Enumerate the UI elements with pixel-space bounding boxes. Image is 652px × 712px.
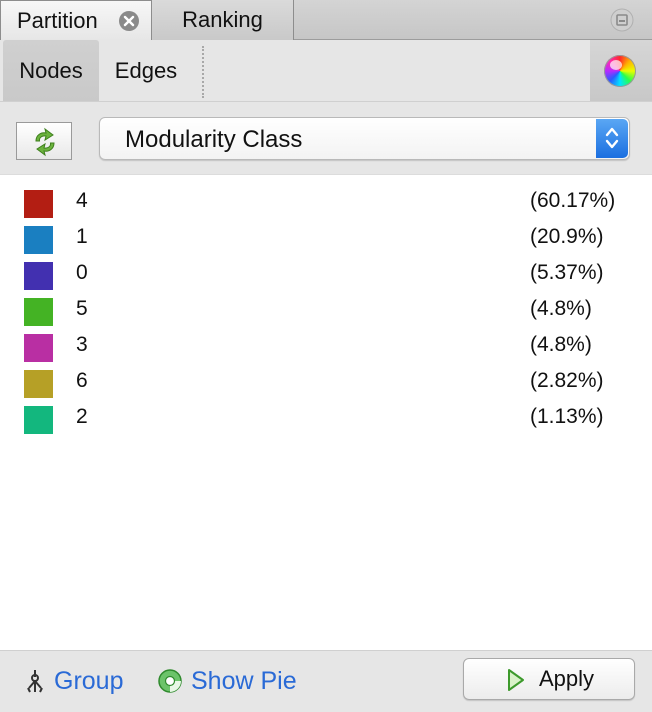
partition-label: 3: [76, 333, 88, 356]
chevron-updown-icon: [596, 119, 628, 158]
color-swatch[interactable]: [24, 334, 53, 362]
close-icon[interactable]: [118, 10, 140, 32]
palette-button[interactable]: [590, 40, 652, 101]
show-pie-link[interactable]: Show Pie: [191, 661, 297, 701]
group-link[interactable]: Group: [54, 661, 123, 701]
color-swatch[interactable]: [24, 190, 53, 218]
partition-percent: (4.8%): [530, 333, 592, 356]
tab-nodes[interactable]: Nodes: [3, 40, 99, 101]
partition-percent: (2.82%): [530, 369, 604, 392]
color-swatch[interactable]: [24, 298, 53, 326]
partition-label: 4: [76, 189, 88, 212]
color-swatch[interactable]: [24, 262, 53, 290]
list-item[interactable]: 2 (1.13%): [0, 399, 652, 435]
partition-footer: Group Show Pie Apply: [0, 650, 652, 712]
color-swatch[interactable]: [24, 226, 53, 254]
partition-panel: Partition Ranking Nodes Edges Modularity…: [0, 0, 652, 712]
partition-label: 1: [76, 225, 88, 248]
color-wheel-icon: [604, 55, 636, 87]
tab-ranking[interactable]: Ranking: [152, 0, 294, 40]
toolbar-separator: [202, 46, 204, 98]
list-item[interactable]: 6 (2.82%): [0, 363, 652, 399]
partition-percent: (20.9%): [530, 225, 604, 248]
partition-percent: (1.13%): [530, 405, 604, 428]
tab-ranking-label: Ranking: [182, 7, 263, 32]
list-item[interactable]: 0 (5.37%): [0, 255, 652, 291]
tab-partition-label: Partition: [17, 8, 98, 33]
color-swatch[interactable]: [24, 370, 53, 398]
partition-label: 6: [76, 369, 88, 392]
list-item[interactable]: 5 (4.8%): [0, 291, 652, 327]
color-swatch[interactable]: [24, 406, 53, 434]
play-icon: [508, 669, 524, 691]
partition-label: 2: [76, 405, 88, 428]
refresh-icon: [35, 127, 55, 157]
list-item[interactable]: 4 (60.17%): [0, 183, 652, 219]
partition-percent: (5.37%): [530, 261, 604, 284]
list-item[interactable]: 1 (20.9%): [0, 219, 652, 255]
partition-parameter-select[interactable]: Modularity Class: [99, 117, 630, 160]
partition-label: 5: [76, 297, 88, 320]
tab-partition[interactable]: Partition: [0, 0, 152, 41]
partition-label: 0: [76, 261, 88, 284]
apply-button[interactable]: Apply: [463, 658, 635, 700]
apply-label: Apply: [539, 666, 595, 691]
pie-icon: [158, 669, 182, 693]
element-type-bar: Nodes Edges: [0, 40, 652, 102]
partition-parameter-value: Modularity Class: [125, 126, 303, 153]
partition-percent: (60.17%): [530, 189, 616, 212]
partition-toolbar: Modularity Class: [0, 102, 652, 174]
partition-percent: (4.8%): [530, 297, 592, 320]
tab-edges[interactable]: Edges: [100, 40, 192, 101]
list-item[interactable]: 3 (4.8%): [0, 327, 652, 363]
tab-strip: Partition Ranking: [0, 0, 652, 41]
minimize-icon[interactable]: [610, 8, 634, 32]
refresh-button[interactable]: [16, 122, 72, 160]
group-icon: [27, 670, 43, 693]
partition-list: 4 (60.17%) 1 (20.9%) 0 (5.37%) 5 (4.8%) …: [0, 174, 652, 650]
